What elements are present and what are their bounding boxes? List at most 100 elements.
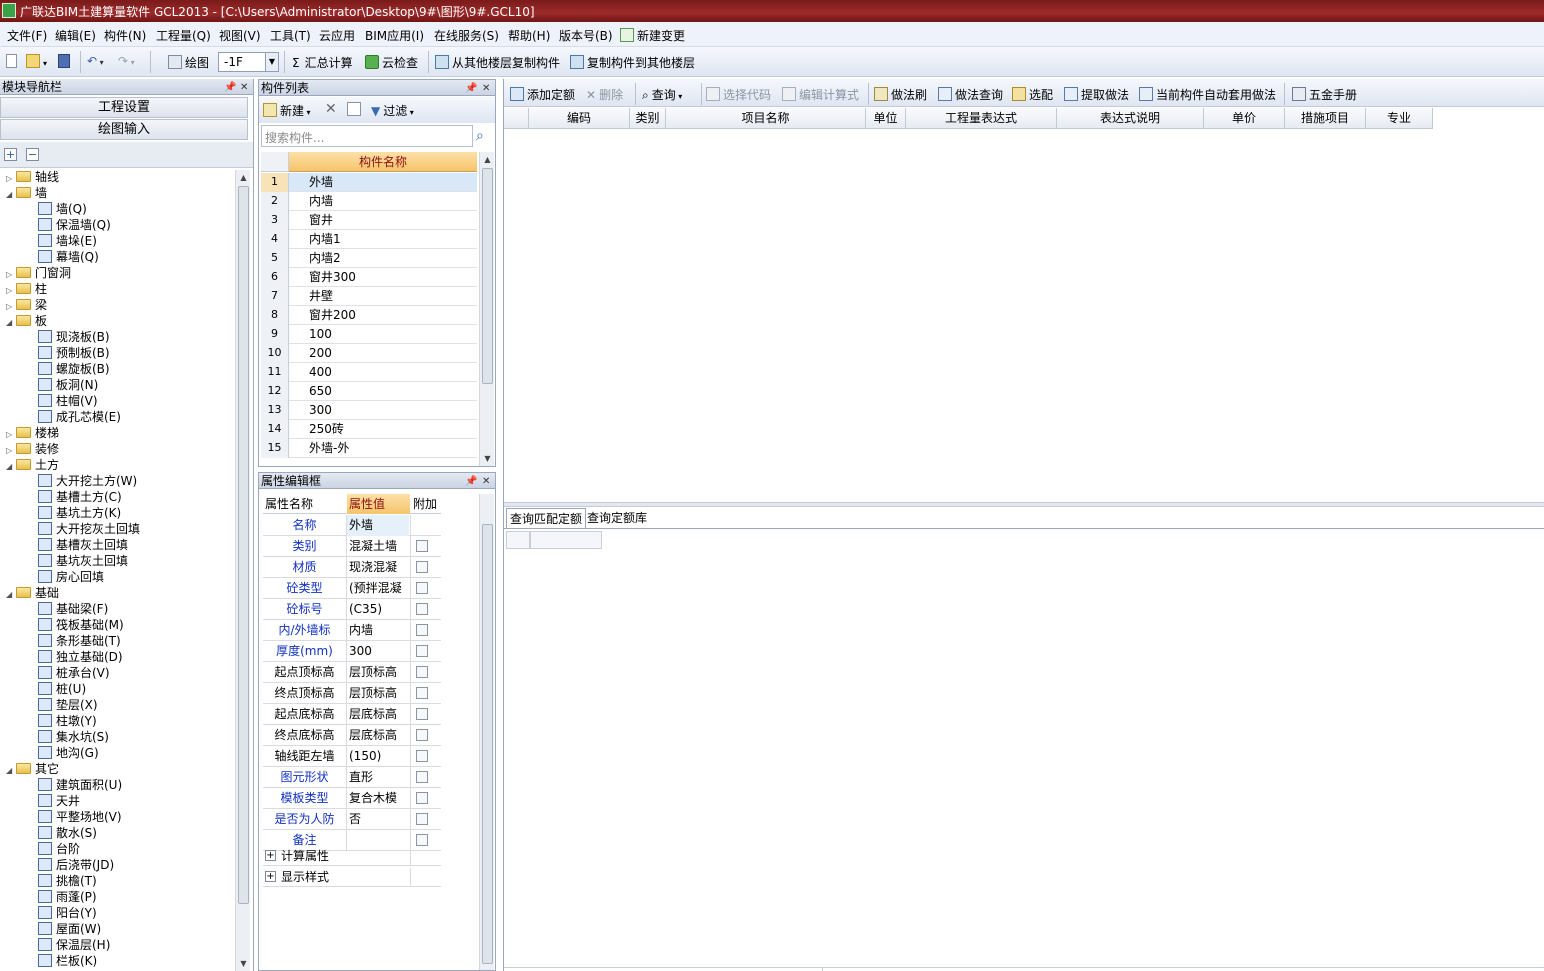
copy-from-floor-button[interactable]: 从其他楼层复制构件 (435, 54, 560, 71)
menu-cloud[interactable]: 云应用 (319, 27, 355, 44)
property-value[interactable]: 复合木模 (349, 788, 409, 809)
tree-folder[interactable]: ▷ 轴线 (6, 169, 59, 185)
open-folder-icon[interactable]: ▾ (26, 54, 47, 69)
scroll-thumb[interactable] (238, 186, 249, 904)
tree-leaf[interactable]: 成孔芯模(E) (38, 409, 121, 425)
select-match-button[interactable]: 选配 (1012, 86, 1053, 103)
property-row[interactable]: 厚度(mm) 300 (263, 641, 441, 662)
menu-version[interactable]: 版本号(B) (559, 27, 613, 44)
tree-leaf[interactable]: 建筑面积(U) (38, 777, 122, 793)
extra-checkbox[interactable] (416, 540, 428, 552)
scroll-thumb[interactable] (482, 168, 493, 384)
scroll-down-icon[interactable]: ▼ (480, 451, 495, 466)
menu-view[interactable]: 视图(V) (219, 27, 261, 44)
add-quota-button[interactable]: 添加定额 (510, 86, 575, 103)
extra-checkbox[interactable] (416, 792, 428, 804)
expanded-arrow-icon[interactable]: ◢ (6, 459, 16, 475)
property-value[interactable]: 300 (349, 641, 409, 662)
close-icon[interactable]: ✕ (240, 80, 248, 96)
tree-folder[interactable]: ▷ 柱 (6, 281, 47, 297)
tree-leaf[interactable]: 桩(U) (38, 681, 86, 697)
col-header-unit-price[interactable]: 单价 (1204, 108, 1285, 129)
floor-select[interactable]: -1F ▼ (218, 52, 279, 72)
tree-leaf[interactable]: 基槽灰土回填 (38, 537, 128, 553)
tree-leaf[interactable]: 天井 (38, 793, 80, 809)
tree-folder[interactable]: ▷ 梁 (6, 297, 47, 313)
property-value[interactable]: 层底标高 (349, 725, 409, 746)
col-header-measure-item[interactable]: 措施项目 (1285, 108, 1366, 129)
tree-folder[interactable]: ▷ 楼梯 (6, 425, 59, 441)
tree-leaf[interactable]: 现浇板(B) (38, 329, 110, 345)
project-settings-button[interactable]: 工程设置 (0, 97, 248, 118)
component-row[interactable]: 5 内墙2 (261, 249, 477, 268)
tree-leaf[interactable]: 板洞(N) (38, 377, 98, 393)
tree-leaf[interactable]: 幕墙(Q) (38, 249, 99, 265)
tree-leaf[interactable]: 垫层(X) (38, 697, 98, 713)
col-header-expr-desc[interactable]: 表达式说明 (1057, 108, 1204, 129)
pin-icon[interactable]: 📌 (465, 474, 477, 490)
property-value[interactable]: (150) (349, 746, 409, 767)
tree-leaf[interactable]: 地沟(G) (38, 745, 99, 761)
expand-all-icon[interactable]: + (4, 148, 17, 161)
component-row[interactable]: 6 窗井300 (261, 268, 477, 287)
property-row[interactable]: 模板类型 复合木模 (263, 788, 441, 809)
extra-checkbox[interactable] (416, 666, 428, 678)
tree-leaf[interactable]: 保温层(H) (38, 937, 110, 953)
property-value[interactable]: 混凝土墙 (349, 536, 409, 557)
col-header-specialty[interactable]: 专业 (1366, 108, 1433, 129)
tree-folder[interactable]: ◢ 板 (6, 313, 47, 329)
extra-checkbox[interactable] (416, 687, 428, 699)
property-row[interactable]: 起点底标高 层底标高 (263, 704, 441, 725)
copy-icon[interactable] (347, 102, 364, 117)
col-header-unit[interactable]: 单位 (866, 108, 906, 129)
tree-leaf[interactable]: 预制板(B) (38, 345, 110, 361)
tree-leaf[interactable]: 筏板基础(M) (38, 617, 124, 633)
expanded-arrow-icon[interactable]: ◢ (6, 187, 16, 203)
property-group-row[interactable]: + 计算属性 (263, 847, 441, 866)
property-row[interactable]: 轴线距左墙 (150) (263, 746, 441, 767)
col-header-item-name[interactable]: 项目名称 (666, 108, 866, 129)
expanded-arrow-icon[interactable]: ◢ (6, 587, 16, 603)
component-row[interactable]: 10 200 (261, 344, 477, 363)
draw-input-button[interactable]: 绘图输入 (0, 119, 248, 140)
property-value[interactable]: (预拌混凝 (349, 578, 409, 599)
col-header-component-name[interactable]: 构件名称 (289, 152, 477, 172)
component-row[interactable]: 8 窗井200 (261, 306, 477, 325)
component-row[interactable]: 4 内墙1 (261, 230, 477, 249)
component-row[interactable]: 3 窗井 (261, 211, 477, 230)
hardware-manual-button[interactable]: 五金手册 (1292, 86, 1357, 103)
property-row[interactable]: 砼标号 (C35) (263, 599, 441, 620)
property-value[interactable]: 层顶标高 (349, 662, 409, 683)
tree-folder[interactable]: ◢ 基础 (6, 585, 59, 601)
tree-leaf[interactable]: 基坑灰土回填 (38, 553, 128, 569)
menu-bim[interactable]: BIM应用(I) (365, 27, 424, 44)
component-row[interactable]: 13 300 (261, 401, 477, 420)
property-row[interactable]: 材质 现浇混凝 (263, 557, 441, 578)
component-row[interactable]: 1 外墙 (261, 173, 477, 192)
property-value[interactable]: (C35) (349, 599, 409, 620)
property-value[interactable]: 否 (349, 809, 409, 830)
menu-quantity[interactable]: 工程量(Q) (156, 27, 211, 44)
menu-online[interactable]: 在线服务(S) (434, 27, 499, 44)
property-row[interactable]: 类别 混凝土墙 (263, 536, 441, 557)
copy-to-floor-button[interactable]: 复制构件到其他楼层 (570, 54, 695, 71)
tree-leaf[interactable]: 阳台(Y) (38, 905, 97, 921)
tree-leaf[interactable]: 桩承台(V) (38, 665, 110, 681)
tree-folder[interactable]: ▷ 门窗洞 (6, 265, 71, 281)
col-header-category[interactable]: 类别 (630, 108, 666, 129)
menu-file[interactable]: 文件(F) (7, 27, 47, 44)
tree-leaf[interactable]: 台阶 (38, 841, 80, 857)
tree-folder[interactable]: ◢ 其它 (6, 761, 59, 777)
menu-help[interactable]: 帮助(H) (508, 27, 550, 44)
tab-query-matching-quota[interactable]: 查询匹配定额 (506, 508, 587, 528)
property-row[interactable]: 是否为人防否 (263, 809, 441, 830)
property-row[interactable]: 图元形状 直形 (263, 767, 441, 788)
menu-edit[interactable]: 编辑(E) (55, 27, 96, 44)
tree-leaf[interactable]: 墙垛(E) (38, 233, 97, 249)
tree-leaf[interactable]: 柱墩(Y) (38, 713, 97, 729)
tree-leaf[interactable]: 房心回填 (38, 569, 104, 585)
tree-leaf[interactable]: 集水坑(S) (38, 729, 109, 745)
tree-leaf[interactable]: 螺旋板(B) (38, 361, 110, 377)
close-icon[interactable]: ✕ (482, 81, 490, 97)
scroll-down-icon[interactable]: ▼ (236, 956, 251, 971)
